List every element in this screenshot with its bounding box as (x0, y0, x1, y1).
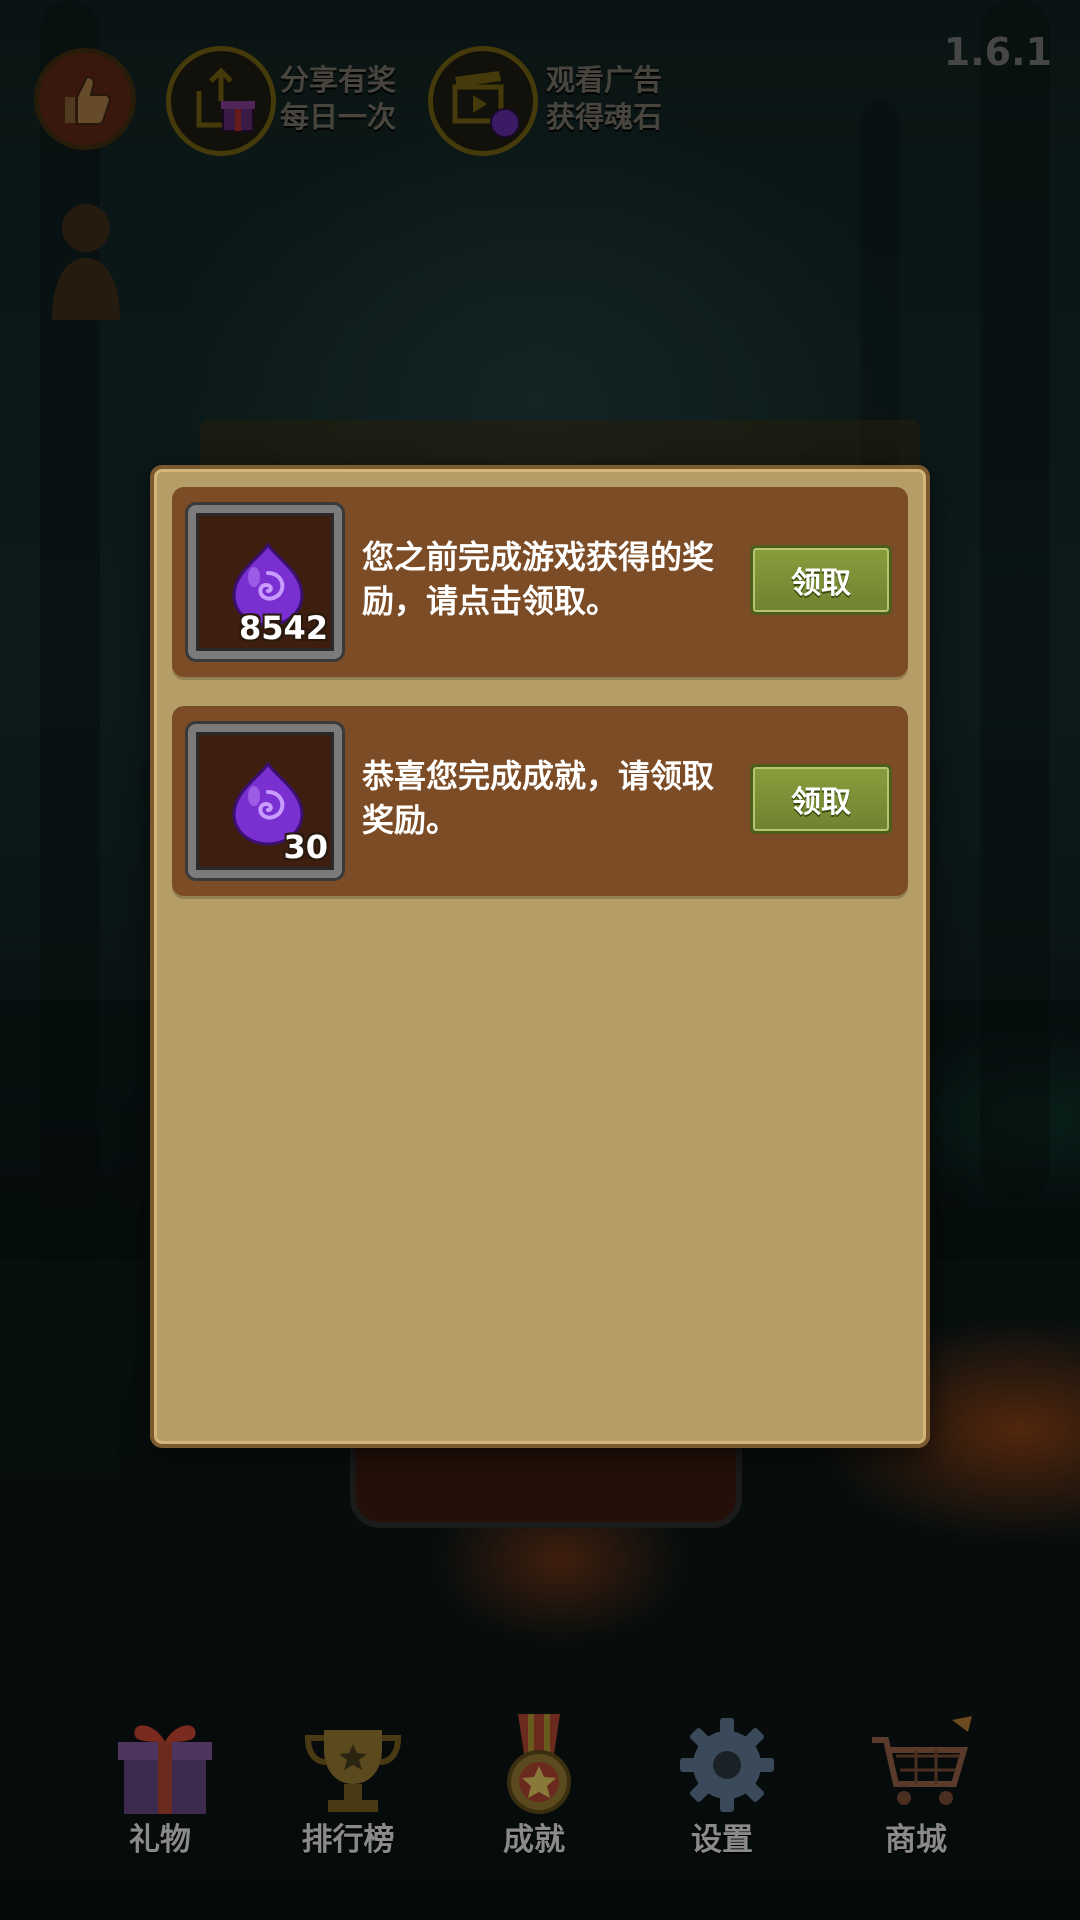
trophy-icon (304, 1730, 402, 1812)
reward-count: 30 (283, 828, 328, 866)
nav-shop[interactable]: 商城 (846, 1710, 986, 1880)
reward-item-slot: 30 (188, 724, 342, 878)
shopping-cart-icon (872, 1716, 972, 1805)
nav-gift[interactable]: 礼物 (90, 1710, 230, 1880)
reward-row: 30 恭喜您完成成就，请领取奖励。 领取 (172, 706, 908, 896)
nav-label: 成就 (503, 1822, 565, 1858)
nav-achievements[interactable]: 成就 (464, 1710, 604, 1880)
gift-box-icon (118, 1725, 212, 1814)
reward-message: 您之前完成游戏获得的奖励，请点击领取。 (362, 538, 715, 620)
gear-icon (680, 1718, 774, 1812)
nav-label: 礼物 (129, 1822, 191, 1858)
claim-button[interactable]: 领取 (750, 545, 892, 615)
rewards-dialog: 8542 您之前完成游戏获得的奖励，请点击领取。 领取 30 恭喜您完成成就，请… (150, 465, 930, 1448)
reward-item-slot: 8542 (188, 505, 342, 659)
medal-icon (507, 1714, 571, 1814)
reward-count: 8542 (238, 609, 328, 647)
reward-row: 8542 您之前完成游戏获得的奖励，请点击领取。 领取 (172, 487, 908, 677)
nav-label: 排行榜 (301, 1822, 395, 1858)
nav-leaderboard[interactable]: 排行榜 (278, 1710, 418, 1880)
claim-button[interactable]: 领取 (750, 764, 892, 834)
nav-label: 商城 (885, 1822, 947, 1858)
nav-label: 设置 (691, 1822, 753, 1858)
nav-settings[interactable]: 设置 (652, 1710, 792, 1880)
reward-message: 恭喜您完成成就，请领取奖励。 (362, 757, 715, 839)
